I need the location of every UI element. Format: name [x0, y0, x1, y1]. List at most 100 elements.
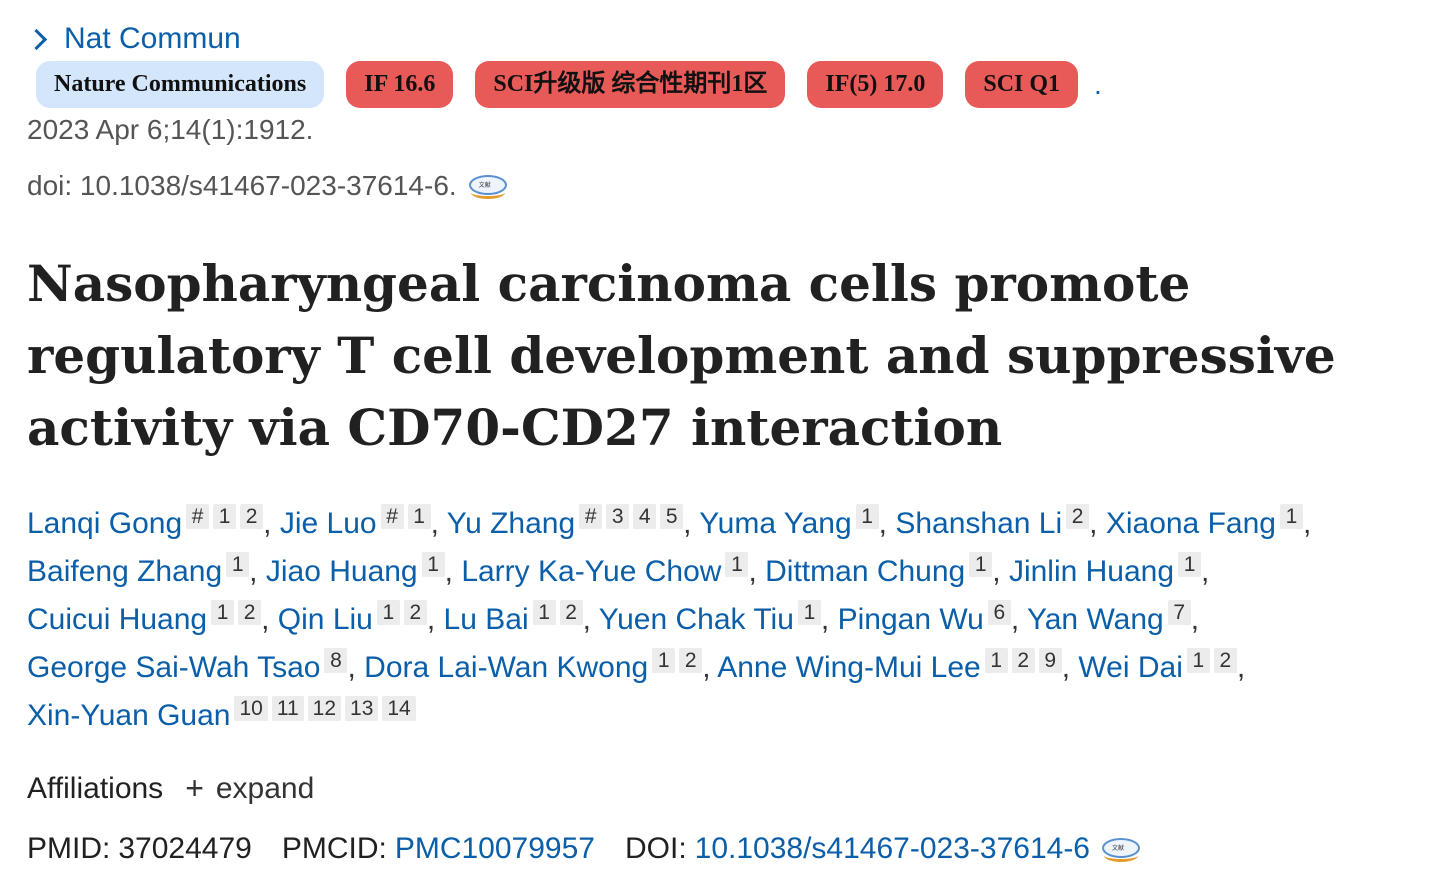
doi-text: doi: 10.1038/s41467-023-37614-6.: [27, 170, 457, 201]
author-separator: ,: [1236, 651, 1246, 684]
author-separator: ,: [263, 507, 272, 540]
affiliation-ref[interactable]: 1: [211, 600, 235, 625]
affiliation-ref[interactable]: 1: [725, 552, 749, 577]
affiliation-ref[interactable]: 5: [660, 504, 684, 529]
article-title: Nasopharyngeal carcinoma cells promote r…: [27, 254, 1336, 457]
badge-sci-quartile[interactable]: SCI Q1: [965, 61, 1079, 108]
author-name-link[interactable]: Yan Wang: [1027, 603, 1164, 636]
expand-affiliations-button[interactable]: expand: [216, 772, 314, 806]
author-name-link[interactable]: Lu Bai: [444, 603, 529, 636]
affiliation-ref[interactable]: 13: [345, 696, 379, 721]
author-name-link[interactable]: Qin Liu: [278, 603, 373, 636]
author-name-link[interactable]: Xiaona Fang: [1106, 507, 1276, 540]
affiliation-ref[interactable]: 2: [559, 600, 583, 625]
author-name-link[interactable]: Wei Dai: [1078, 651, 1182, 684]
author-separator: ,: [261, 603, 270, 636]
affiliation-ref[interactable]: 1: [797, 600, 821, 625]
author-item: Xin-Yuan Guan 10 11 12 13 14: [27, 696, 416, 732]
affiliation-ref[interactable]: 8: [324, 648, 348, 673]
author-separator: ,: [249, 555, 258, 588]
chevron-right-icon: [25, 28, 48, 50]
author-item: Baifeng Zhang 1,: [27, 552, 258, 588]
author-item: Lu Bai 1 2,: [444, 600, 591, 636]
affiliation-ref[interactable]: 1: [213, 504, 237, 529]
affiliation-ref[interactable]: 1: [1279, 504, 1303, 529]
affiliation-ref[interactable]: 4: [633, 504, 657, 529]
journal-link[interactable]: Nat Commun: [25, 22, 241, 56]
author-item: Larry Ka-Yue Chow 1,: [461, 552, 757, 588]
author-name-link[interactable]: Larry Ka-Yue Chow: [461, 555, 721, 588]
author-name-link[interactable]: Yu Zhang: [447, 507, 575, 540]
badge-sci-category[interactable]: SCI升级版 综合性期刊1区: [475, 61, 786, 108]
plus-icon[interactable]: +: [185, 770, 204, 807]
affiliation-ref[interactable]: 1: [407, 504, 431, 529]
author-name-link[interactable]: Yuma Yang: [699, 507, 851, 540]
author-name-link[interactable]: Jinlin Huang: [1009, 555, 1174, 588]
library-logo-icon[interactable]: 文献: [468, 173, 509, 199]
author-name-link[interactable]: Jiao Huang: [266, 555, 418, 588]
author-separator: ,: [683, 507, 692, 540]
author-name-link[interactable]: Dora Lai-Wan Kwong: [364, 651, 648, 684]
author-separator: ,: [426, 603, 436, 636]
affiliation-ref[interactable]: 2: [1011, 648, 1035, 673]
affiliation-ref[interactable]: 2: [240, 504, 264, 529]
affiliation-ref[interactable]: 1: [969, 552, 993, 577]
author-name-link[interactable]: Xin-Yuan Guan: [27, 699, 230, 732]
author-item: Yan Wang 7,: [1027, 600, 1199, 636]
author-name-link[interactable]: George Sai-Wah Tsao: [27, 651, 320, 684]
pmid-value: 37024479: [118, 832, 252, 865]
equal-contribution-mark: #: [186, 504, 210, 529]
author-name-link[interactable]: Baifeng Zhang: [27, 555, 222, 588]
affiliation-ref[interactable]: 1: [1186, 648, 1210, 673]
affiliation-ref[interactable]: 12: [307, 696, 342, 721]
author-name-link[interactable]: Shanshan Li: [895, 507, 1062, 540]
affiliation-ref[interactable]: 1: [1178, 552, 1202, 577]
affiliation-ref[interactable]: 14: [382, 696, 416, 721]
author-name-link[interactable]: Lanqi Gong: [27, 507, 182, 540]
author-separator: ,: [1061, 651, 1071, 684]
author-name-link[interactable]: Dittman Chung: [765, 555, 965, 588]
affiliation-ref[interactable]: 9: [1038, 648, 1062, 673]
affiliation-ref[interactable]: 2: [1066, 504, 1090, 529]
affiliation-ref[interactable]: 2: [403, 600, 427, 625]
affiliation-ref[interactable]: 1: [984, 648, 1008, 673]
badge-five-year-if[interactable]: IF(5) 17.0: [807, 61, 944, 108]
badge-journal-name[interactable]: Nature Communications: [36, 61, 325, 108]
author-item: Pingan Wu 6,: [838, 600, 1019, 636]
author-name-link[interactable]: Yuen Chak Tiu: [599, 603, 794, 636]
affiliation-ref[interactable]: 1: [421, 552, 445, 577]
affiliation-ref[interactable]: 2: [679, 648, 703, 673]
author-item: Wei Dai 1 2,: [1078, 648, 1246, 684]
author-name-link[interactable]: Jie Luo: [280, 507, 377, 540]
affiliation-ref[interactable]: 1: [226, 552, 250, 577]
citation-info: 2023 Apr 6;14(1):1912.: [27, 114, 314, 145]
author-item: Jinlin Huang 1,: [1009, 552, 1210, 588]
author-separator: ,: [430, 507, 439, 540]
affiliation-ref[interactable]: 11: [271, 696, 304, 721]
author-separator: ,: [820, 603, 830, 636]
author-separator: ,: [1302, 507, 1312, 540]
author-separator: ,: [1201, 555, 1210, 588]
badge-impact-factor[interactable]: IF 16.6: [346, 61, 454, 108]
author-item: Dittman Chung 1,: [765, 552, 1001, 588]
library-logo-icon[interactable]: 文献: [1102, 836, 1142, 862]
affiliation-ref[interactable]: 6: [987, 600, 1011, 625]
author-name-link[interactable]: Cuicui Huang: [27, 603, 207, 636]
affiliation-ref[interactable]: 1: [652, 648, 676, 673]
affiliation-ref[interactable]: 2: [1213, 648, 1237, 673]
affiliation-ref[interactable]: 10: [234, 696, 268, 721]
affiliation-ref[interactable]: 2: [238, 600, 262, 625]
affiliation-ref[interactable]: 1: [532, 600, 556, 625]
affiliation-ref[interactable]: 1: [855, 504, 879, 529]
author-item: Jiao Huang 1,: [266, 552, 453, 588]
affiliation-ref[interactable]: 3: [606, 504, 630, 529]
pmcid-label: PMCID:: [281, 832, 387, 865]
author-name-link[interactable]: Pingan Wu: [838, 603, 984, 636]
author-separator: ,: [582, 603, 591, 636]
affiliation-ref[interactable]: 7: [1167, 600, 1191, 625]
journal-badges: Nature Communications IF 16.6 SCI升级版 综合性…: [36, 61, 1102, 108]
doi-link[interactable]: 10.1038/s41467-023-37614-6: [695, 832, 1090, 866]
author-name-link[interactable]: Anne Wing-Mui Lee: [717, 651, 980, 684]
pmcid-link[interactable]: PMC10079957: [395, 832, 595, 866]
affiliation-ref[interactable]: 1: [376, 600, 400, 625]
